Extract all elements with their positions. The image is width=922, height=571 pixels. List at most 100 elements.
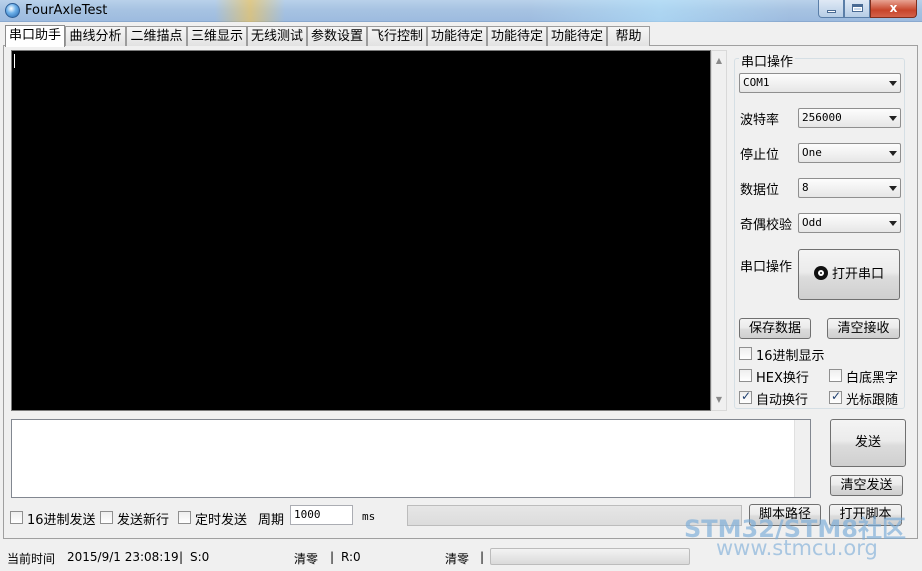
status-separator: |	[179, 550, 184, 564]
clear-receive-label: 清空接收	[837, 321, 890, 336]
clear-send-label: 清空发送	[840, 478, 893, 493]
tab-label: 功能待定	[430, 29, 483, 44]
tab-label: 功能待定	[550, 29, 603, 44]
close-button[interactable]: x	[870, 0, 917, 18]
scroll-down-arrow-icon[interactable]: ▼	[712, 393, 726, 407]
time-value: 2015/9/1 23:08:19	[67, 550, 179, 564]
parity-select-value: Odd	[802, 216, 822, 229]
databits-select-value: 8	[802, 181, 809, 194]
period-unit-label: ms	[362, 510, 376, 523]
send-newline-label: 发送新行	[117, 513, 170, 528]
clear-sent-count[interactable]: 清零	[294, 550, 318, 567]
timed-send-label: 定时发送	[195, 513, 248, 528]
hex-display-checkbox[interactable]	[739, 347, 752, 360]
tab-2d-plot[interactable]: 二维描点	[126, 26, 187, 46]
tab-label: 曲线分析	[69, 29, 122, 44]
baud-select-value: 256000	[802, 111, 842, 124]
tab-label: 串口助手	[8, 28, 61, 43]
tab-label: 三维显示	[190, 29, 243, 44]
send-textbox[interactable]	[11, 419, 811, 498]
recv-count: R:0	[341, 550, 361, 564]
tab-parameters[interactable]: 参数设置	[307, 26, 367, 46]
open-port-label: 打开串口	[831, 267, 884, 282]
tab-label: 参数设置	[310, 29, 363, 44]
period-label: 周期	[258, 513, 285, 528]
tab-label: 功能待定	[490, 29, 543, 44]
clear-receive-button[interactable]: 清空接收	[827, 318, 900, 339]
hex-newline-checkbox[interactable]	[739, 369, 752, 382]
window-title: FourAxleTest	[25, 3, 108, 18]
tab-label: 飞行控制	[370, 29, 423, 44]
auto-newline-checkbox[interactable]	[739, 389, 752, 404]
timed-send-checkbox[interactable]	[178, 511, 191, 524]
period-input[interactable]: 1000	[290, 505, 353, 525]
receive-textbox[interactable]	[11, 50, 711, 411]
tab-tbd-3[interactable]: 功能待定	[547, 26, 607, 46]
tab-label: 无线测试	[250, 29, 303, 44]
title-bar: FourAxleTest x	[0, 0, 922, 22]
hex-send-label: 16进制发送	[27, 513, 96, 528]
send-newline-checkbox[interactable]	[100, 511, 113, 524]
tab-curve-analysis[interactable]: 曲线分析	[65, 26, 126, 46]
text-caret	[14, 54, 15, 68]
parity-select[interactable]: Odd	[798, 213, 901, 233]
parity-label: 奇偶校验	[740, 218, 793, 233]
sent-count: S:0	[190, 550, 210, 564]
send-button[interactable]: 发送	[830, 419, 906, 467]
databits-label: 数据位	[740, 183, 780, 198]
titlebar-decoration	[215, 0, 285, 22]
tab-wireless-test[interactable]: 无线测试	[247, 26, 307, 46]
save-data-label: 保存数据	[748, 321, 801, 336]
minimize-button[interactable]	[818, 0, 844, 18]
tab-help[interactable]: 帮助	[607, 26, 650, 46]
time-label: 当前时间	[7, 552, 56, 566]
tab-tbd-2[interactable]: 功能待定	[487, 26, 547, 46]
port-status-icon	[813, 266, 828, 280]
scroll-up-arrow-icon[interactable]: ▲	[712, 54, 726, 68]
stopbits-select-value: One	[802, 146, 822, 159]
databits-select[interactable]: 8	[798, 178, 901, 198]
chevron-down-icon	[889, 221, 897, 226]
hex-display-label: 16进制显示	[756, 349, 825, 364]
auto-newline-label: 自动换行	[756, 393, 809, 408]
tab-flight-control[interactable]: 飞行控制	[367, 26, 427, 46]
progress-bar	[490, 548, 690, 565]
port-select[interactable]: COM1	[739, 73, 901, 93]
stopbits-label: 停止位	[740, 148, 780, 163]
send-scrollbar[interactable]	[794, 420, 810, 497]
hex-newline-label: HEX换行	[756, 371, 809, 386]
white-bg-checkbox[interactable]	[829, 369, 842, 382]
baud-label: 波特率	[740, 113, 780, 128]
chevron-down-icon	[889, 151, 897, 156]
cursor-follow-checkbox[interactable]	[829, 389, 842, 404]
chevron-down-icon	[889, 116, 897, 121]
clear-recv-count[interactable]: 清零	[445, 550, 469, 567]
tab-serial-assistant[interactable]: 串口助手	[5, 25, 65, 47]
tab-tbd-1[interactable]: 功能待定	[427, 26, 487, 46]
maximize-button[interactable]	[844, 0, 870, 18]
port-select-value: COM1	[743, 76, 770, 89]
tab-3d-view[interactable]: 三维显示	[187, 26, 247, 46]
send-label: 发送	[854, 435, 881, 450]
maximize-icon	[851, 4, 863, 12]
titlebar-decoration	[530, 0, 790, 22]
stopbits-select[interactable]: One	[798, 143, 901, 163]
serial-op-label: 串口操作	[740, 260, 793, 275]
status-separator: |	[330, 550, 335, 564]
save-data-button[interactable]: 保存数据	[739, 318, 811, 339]
chevron-down-icon	[889, 81, 897, 86]
app-icon	[5, 3, 20, 18]
window-controls: x	[818, 0, 918, 19]
tab-label: 帮助	[615, 29, 642, 44]
baud-select[interactable]: 256000	[798, 108, 901, 128]
chevron-down-icon	[889, 186, 897, 191]
status-separator: |	[480, 550, 485, 564]
receive-scrollbar[interactable]: ▲ ▼	[711, 50, 727, 411]
open-port-button[interactable]: 打开串口	[798, 249, 900, 300]
watermark-url: www.stmcu.org	[716, 536, 878, 560]
minimize-icon	[826, 10, 836, 13]
serial-group-title: 串口操作	[739, 51, 796, 70]
clear-send-button[interactable]: 清空发送	[830, 475, 903, 496]
white-bg-label: 白底黑字	[846, 371, 899, 386]
hex-send-checkbox[interactable]	[10, 511, 23, 524]
